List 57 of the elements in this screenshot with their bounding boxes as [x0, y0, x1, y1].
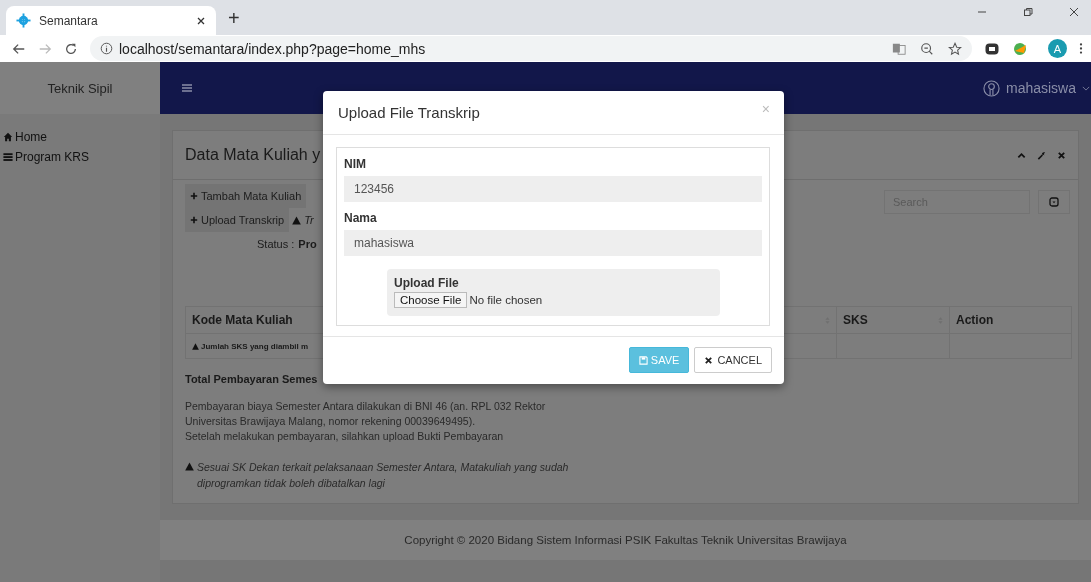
panel-title: Data Mata Kuliah y [185, 146, 321, 164]
cancel-button[interactable]: CANCEL [694, 347, 772, 373]
file-status: No file chosen [469, 294, 543, 306]
translate-icon[interactable] [892, 41, 906, 56]
column-header[interactable]: Action [956, 313, 994, 327]
warning-text: Sesuai SK Dekan terkait pelaksanaan Semester Antara, Matakuliah yang sudah diprogramkan tidak boleh dibatalkan lagi [197, 460, 570, 491]
plus-icon [190, 192, 198, 200]
info-icon [100, 42, 113, 55]
plus-icon [190, 216, 198, 224]
total-label: Total Pembayaran Semes [185, 373, 318, 385]
browser-tab[interactable]: Semantara [6, 6, 216, 35]
add-course-button[interactable]: Tambah Mata Kuliah [185, 184, 307, 208]
upload-transcript-button[interactable]: Upload Transkrip [185, 208, 290, 232]
brand-title: Teknik Sipil [47, 80, 113, 96]
zoom-out-icon[interactable] [920, 41, 934, 56]
close-icon[interactable] [196, 15, 206, 26]
dropdown-button[interactable] [1038, 190, 1070, 214]
dialog-title: Upload File Transkrip [338, 104, 480, 121]
dropdown-icon [1049, 197, 1059, 207]
star-icon[interactable] [948, 41, 962, 56]
status-value: Pro [298, 238, 317, 250]
reload-icon[interactable] [64, 41, 78, 56]
field-label: NIM [344, 157, 367, 171]
payment-text: Pembayaran biaya Semester Antara dilakukan di BNI 46 (an. RPL 032 Rektor Universitas Brawijaya Malang, nomor rekening 00039649495). [185, 399, 547, 429]
menu-icon[interactable] [1079, 42, 1083, 55]
warning-icon [292, 215, 302, 225]
home-icon [3, 132, 13, 142]
sidebar-item[interactable]: Program KRS [0, 148, 160, 168]
collapse-icon[interactable] [1017, 150, 1026, 160]
table-notice: Jumlah SKS yang diambil m [201, 341, 309, 351]
profile-avatar[interactable]: A [1048, 39, 1067, 58]
back-arrow-icon[interactable] [12, 41, 26, 56]
sidebar-item[interactable]: Home [0, 128, 160, 148]
close-icon[interactable] [1069, 6, 1079, 17]
list-icon [3, 152, 13, 162]
input-field[interactable]: 123456 [344, 176, 762, 202]
user-menu[interactable]: mahasiswa [1005, 80, 1076, 96]
upload-label: Upload File [394, 276, 460, 290]
warning-icon [192, 342, 199, 350]
restore-icon[interactable] [1023, 6, 1033, 17]
user-icon [982, 79, 1000, 97]
close-icon [704, 355, 714, 365]
column-header[interactable]: SKS [843, 313, 868, 327]
chevron-down-icon[interactable] [1082, 85, 1090, 91]
address-bar[interactable]: localhost/semantara/index.php?page=home_mhs [90, 36, 972, 61]
status-label: Status : [257, 238, 295, 250]
new-tab-button[interactable]: + [228, 7, 240, 30]
column-header[interactable]: Kode Mata Kuliah [192, 313, 293, 327]
payment-text: Setelah melakukan pembayaran, silahkan upload Bukti Pembayaran [185, 429, 505, 444]
wrench-icon[interactable] [1037, 150, 1046, 160]
upload-note: Tr [304, 214, 314, 226]
copyright-text: Copyright © 2020 Bidang Sistem Informasi PSIK Fakultas Teknik Universitas Brawijaya [404, 534, 847, 546]
floppy-icon [638, 355, 648, 365]
choose-file-button[interactable]: Choose File [394, 292, 468, 308]
input-field[interactable]: mahasiswa [344, 230, 762, 256]
field-label: Nama [344, 211, 378, 225]
warning-icon [185, 462, 194, 471]
